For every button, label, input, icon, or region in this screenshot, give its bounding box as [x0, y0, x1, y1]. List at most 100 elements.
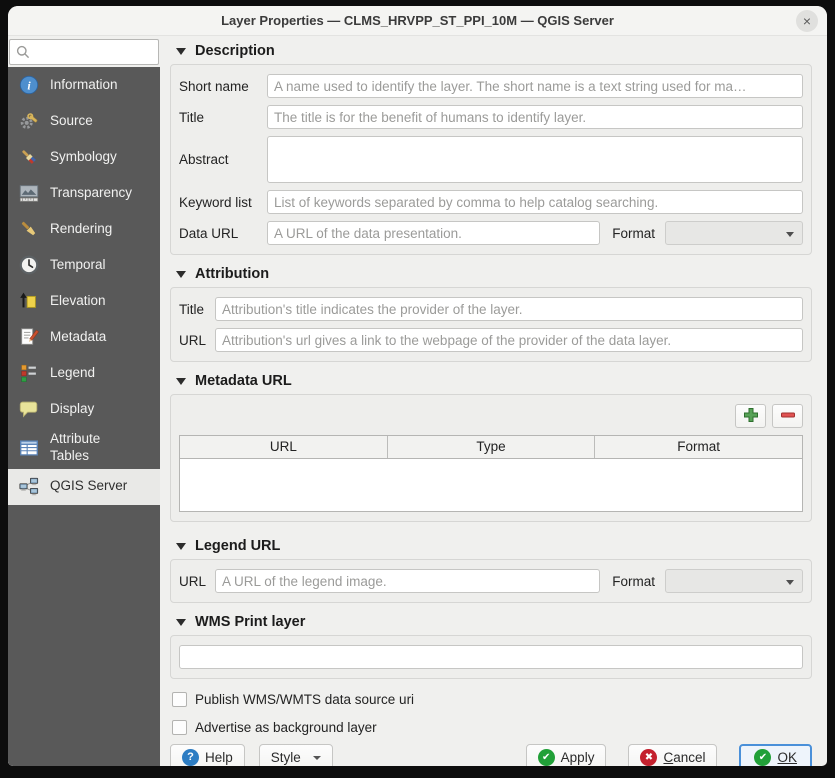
legend-icon	[17, 361, 41, 385]
metadata-icon	[17, 325, 41, 349]
collapse-arrow-icon	[176, 543, 186, 550]
chevron-down-icon	[786, 232, 794, 237]
sidebar-item-label: Elevation	[50, 293, 106, 310]
sidebar-search	[8, 36, 160, 67]
section-header-metadata-url[interactable]: Metadata URL	[176, 373, 812, 389]
abstract-label: Abstract	[179, 152, 267, 167]
publish-wms-label: Publish WMS/WMTS data source uri	[195, 692, 414, 707]
publish-wms-checkbox[interactable]	[172, 692, 187, 707]
remove-icon	[780, 407, 796, 426]
attribute-tables-icon	[17, 436, 41, 460]
sidebar-item-display[interactable]: Display	[8, 391, 160, 427]
sidebar-item-information[interactable]: i Information	[8, 67, 160, 103]
sidebar-item-elevation[interactable]: Elevation	[8, 283, 160, 319]
search-icon	[16, 45, 30, 59]
sidebar-item-rendering[interactable]: Rendering	[8, 211, 160, 247]
apply-button-label: Apply	[561, 750, 595, 765]
metadata-url-table[interactable]: URL Type Format	[179, 435, 803, 512]
sidebar-search-input[interactable]	[9, 39, 159, 65]
sidebar-item-label: Transparency	[50, 185, 132, 202]
legend-url-label: URL	[179, 574, 215, 589]
qgis-server-icon	[17, 475, 41, 499]
metadata-url-group: URL Type Format	[170, 394, 812, 522]
section-title: Description	[195, 43, 275, 59]
sidebar-item-label: Symbology	[50, 149, 117, 166]
sidebar-item-label: Attribute Tables	[50, 431, 122, 465]
advertise-background-label: Advertise as background layer	[195, 720, 377, 735]
metadata-url-table-header: URL Type Format	[180, 436, 802, 459]
column-header-url[interactable]: URL	[180, 436, 387, 458]
chevron-down-icon	[786, 580, 794, 585]
data-url-input[interactable]	[267, 221, 600, 245]
close-button[interactable]: ×	[796, 10, 818, 32]
wms-print-layer-group	[170, 635, 812, 679]
attribution-group: Title URL	[170, 287, 812, 362]
add-metadata-url-button[interactable]	[735, 404, 766, 428]
sidebar-item-label: Source	[50, 113, 93, 130]
sidebar-item-label: Rendering	[50, 221, 112, 238]
section-header-legend-url[interactable]: Legend URL	[176, 538, 812, 554]
qgis-server-panel: Description Short name Title Abstract Ke…	[160, 36, 827, 766]
section-header-description[interactable]: Description	[176, 43, 812, 59]
section-header-wms-print-layer[interactable]: WMS Print layer	[176, 614, 812, 630]
sidebar-item-source[interactable]: Source	[8, 103, 160, 139]
column-header-type[interactable]: Type	[387, 436, 595, 458]
legend-url-group: URL Format	[170, 559, 812, 603]
attribution-title-input[interactable]	[215, 297, 803, 321]
section-title: Metadata URL	[195, 373, 292, 389]
sidebar-item-attribute-tables[interactable]: Attribute Tables	[8, 427, 160, 469]
advertise-background-layer-row[interactable]: Advertise as background layer	[172, 720, 812, 735]
sidebar-item-symbology[interactable]: Symbology	[8, 139, 160, 175]
data-url-format-label: Format	[612, 226, 655, 241]
remove-metadata-url-button[interactable]	[772, 404, 803, 428]
section-header-attribution[interactable]: Attribution	[176, 266, 812, 282]
style-button[interactable]: Style	[259, 744, 333, 766]
attribution-url-label: URL	[179, 333, 215, 348]
cancel-button[interactable]: ✖ Cancel	[628, 744, 717, 766]
abstract-textarea[interactable]	[267, 136, 803, 183]
collapse-arrow-icon	[176, 619, 186, 626]
sidebar-item-temporal[interactable]: Temporal	[8, 247, 160, 283]
legend-url-format-select[interactable]	[665, 569, 803, 593]
collapse-arrow-icon	[176, 378, 186, 385]
ok-button-label: OK	[777, 750, 797, 765]
ok-check-icon: ✔	[754, 749, 771, 766]
window-title: Layer Properties — CLMS_HRVPP_ST_PPI_10M…	[221, 13, 614, 28]
section-title: Legend URL	[195, 538, 280, 554]
display-icon	[17, 397, 41, 421]
close-icon: ×	[803, 14, 811, 28]
sidebar-item-qgis-server[interactable]: QGIS Server	[8, 469, 160, 505]
chevron-down-icon	[313, 756, 321, 760]
title-input[interactable]	[267, 105, 803, 129]
symbology-icon	[17, 145, 41, 169]
sidebar-item-label: Metadata	[50, 329, 106, 346]
data-url-format-select[interactable]	[665, 221, 803, 245]
wms-print-layer-input[interactable]	[179, 645, 803, 669]
sidebar-item-label: Display	[50, 401, 94, 418]
column-header-format[interactable]: Format	[594, 436, 802, 458]
attribution-title-label: Title	[179, 302, 215, 317]
metadata-url-table-body[interactable]	[180, 459, 802, 511]
description-group: Short name Title Abstract Keyword list D…	[170, 64, 812, 255]
short-name-input[interactable]	[267, 74, 803, 98]
sidebar-item-legend[interactable]: Legend	[8, 355, 160, 391]
sidebar-item-metadata[interactable]: Metadata	[8, 319, 160, 355]
apply-button[interactable]: ✔ Apply	[526, 744, 607, 766]
help-button[interactable]: ? Help	[170, 744, 245, 766]
advertise-background-checkbox[interactable]	[172, 720, 187, 735]
help-button-label: Help	[205, 750, 233, 765]
keyword-list-input[interactable]	[267, 190, 803, 214]
section-title: Attribution	[195, 266, 269, 282]
legend-url-input[interactable]	[215, 569, 600, 593]
information-icon: i	[17, 73, 41, 97]
attribution-url-input[interactable]	[215, 328, 803, 352]
data-url-label: Data URL	[179, 226, 267, 241]
sidebar-item-transparency[interactable]: Transparency	[8, 175, 160, 211]
ok-button[interactable]: ✔ OK	[739, 744, 812, 766]
publish-wms-data-source-row[interactable]: Publish WMS/WMTS data source uri	[172, 692, 812, 707]
title-bar[interactable]: Layer Properties — CLMS_HRVPP_ST_PPI_10M…	[8, 6, 827, 36]
temporal-icon	[17, 253, 41, 277]
title-label: Title	[179, 110, 267, 125]
rendering-icon	[17, 217, 41, 241]
cancel-cross-icon: ✖	[640, 749, 657, 766]
